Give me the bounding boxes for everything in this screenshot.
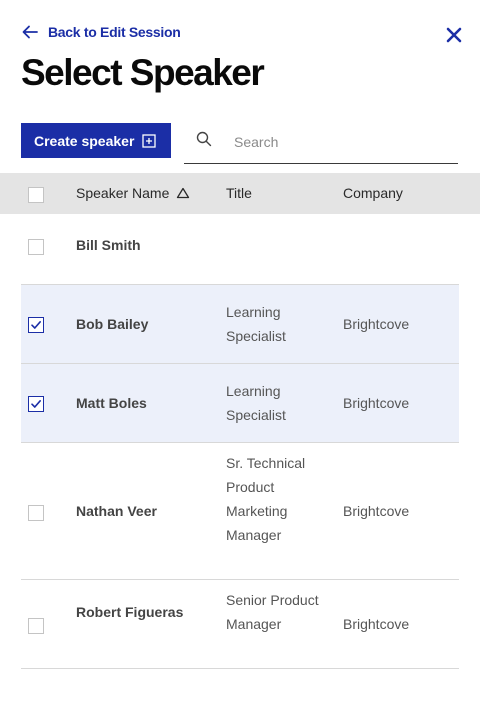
checkmark-icon (31, 321, 41, 329)
create-speaker-button[interactable]: Create speaker (21, 123, 171, 158)
table-row[interactable]: Nathan Veer Sr. Technical Product Market… (21, 443, 459, 580)
row-checkbox[interactable] (28, 505, 44, 521)
select-all-checkbox[interactable] (28, 187, 44, 203)
column-header-title[interactable]: Title (226, 185, 252, 201)
speaker-name: Bob Bailey (76, 316, 149, 332)
table-row[interactable]: Bob Bailey Learning Specialist Brightcov… (21, 285, 459, 364)
row-checkbox[interactable] (28, 396, 44, 412)
close-button[interactable] (443, 24, 465, 46)
search-field[interactable] (184, 124, 458, 164)
create-speaker-label: Create speaker (34, 132, 135, 149)
sort-triangle-icon (177, 187, 190, 199)
table-header: Speaker Name Title Company (0, 173, 480, 214)
page-title: Select Speaker (21, 52, 265, 93)
row-checkbox[interactable] (28, 618, 44, 634)
back-link-label: Back to Edit Session (48, 24, 181, 40)
speaker-title: Learning Specialist (226, 383, 286, 423)
checkmark-icon (31, 400, 41, 408)
arrow-left-icon (22, 25, 38, 39)
speaker-title: Senior Product Manager (226, 592, 319, 632)
row-checkbox[interactable] (28, 239, 44, 255)
search-icon (196, 131, 212, 147)
table-row[interactable]: Robert Figueras Senior Product Manager B… (21, 580, 459, 669)
column-header-speaker-name[interactable]: Speaker Name (76, 185, 190, 201)
speaker-name: Nathan Veer (76, 503, 157, 519)
add-box-icon (142, 133, 157, 148)
column-header-label: Company (343, 185, 403, 201)
column-header-label: Title (226, 185, 252, 201)
row-checkbox[interactable] (28, 317, 44, 333)
speaker-title: Sr. Technical Product Marketing Manager (226, 455, 306, 543)
table-row[interactable]: Matt Boles Learning Specialist Brightcov… (21, 364, 459, 443)
speaker-company: Brightcove (343, 503, 410, 519)
speaker-name: Bill Smith (76, 237, 141, 253)
speaker-company: Brightcove (343, 616, 410, 632)
speaker-company: Brightcove (343, 395, 410, 411)
speaker-name: Matt Boles (76, 395, 147, 411)
column-header-company[interactable]: Company (343, 185, 403, 201)
speaker-name: Robert Figueras (76, 604, 184, 620)
search-input[interactable] (234, 132, 444, 152)
table-row[interactable]: Bill Smith (21, 214, 459, 285)
speaker-title: Learning Specialist (226, 304, 286, 344)
column-header-label: Speaker Name (76, 185, 170, 201)
speaker-company: Brightcove (343, 316, 410, 332)
close-icon (446, 27, 462, 43)
back-to-edit-session-link[interactable]: Back to Edit Session (22, 24, 181, 40)
